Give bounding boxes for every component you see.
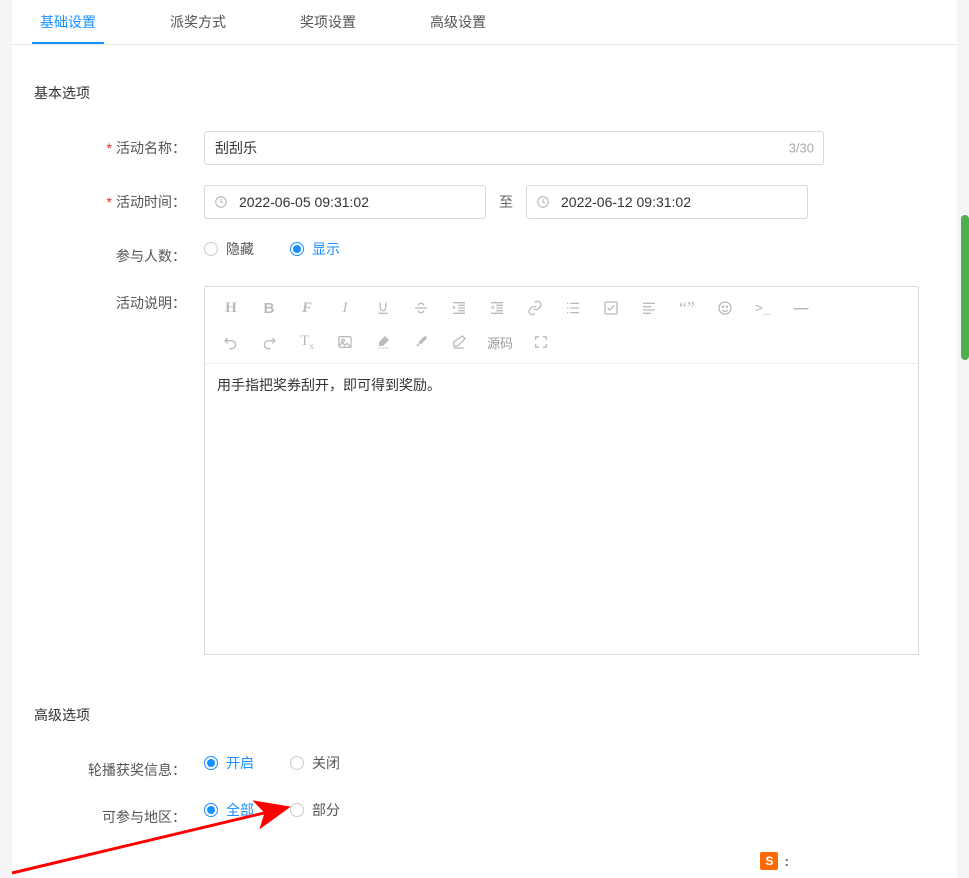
label-activity-time: *活动时间： <box>34 185 204 212</box>
row-description: 活动说明： H B F I <box>34 286 935 655</box>
bold-italic-icon[interactable]: F <box>289 293 325 323</box>
label-activity-name: *活动名称： <box>34 131 204 158</box>
content-area: 基本选项 *活动名称： 3/30 *活动时间： 至 <box>12 45 957 867</box>
emoji-icon[interactable] <box>707 293 743 323</box>
scrollbar-thumb[interactable] <box>961 215 969 360</box>
heading-icon[interactable]: H <box>213 293 249 323</box>
input-start-date[interactable] <box>204 185 486 219</box>
undo-icon[interactable] <box>213 327 249 357</box>
radio-region-all[interactable]: 全部 <box>204 800 254 820</box>
label-participants: 参与人数： <box>34 239 204 266</box>
row-participants: 参与人数： 隐藏 显示 <box>34 239 935 266</box>
radio-broadcast-off[interactable]: 关闭 <box>290 753 340 773</box>
link-icon[interactable] <box>517 293 553 323</box>
editor-toolbar: H B F I “” >_ <box>205 287 918 364</box>
radio-broadcast-on[interactable]: 开启 <box>204 753 254 773</box>
quote-icon[interactable]: “” <box>669 293 705 323</box>
radio-participants-hide[interactable]: 隐藏 <box>204 239 254 259</box>
row-activity-name: *活动名称： 3/30 <box>34 131 935 165</box>
label-region: 可参与地区： <box>34 800 204 827</box>
code-icon[interactable]: >_ <box>745 293 781 323</box>
minus-icon[interactable]: — <box>783 293 819 323</box>
outdent-icon[interactable] <box>479 293 515 323</box>
ime-indicator: S : <box>760 852 789 870</box>
fullscreen-icon[interactable] <box>523 327 559 357</box>
highlight-icon[interactable] <box>365 327 401 357</box>
char-count: 3/30 <box>789 141 814 156</box>
clock-icon <box>536 195 550 209</box>
radio-participants-show[interactable]: 显示 <box>290 239 340 259</box>
strikethrough-icon[interactable] <box>403 293 439 323</box>
checkbox-icon[interactable] <box>593 293 629 323</box>
to-label: 至 <box>486 192 526 212</box>
section-title-advanced: 高级选项 <box>34 675 935 753</box>
italic-icon[interactable]: I <box>327 293 363 323</box>
row-activity-time: *活动时间： 至 <box>34 185 935 219</box>
input-end-date[interactable] <box>526 185 808 219</box>
row-region: 可参与地区： 全部 部分 <box>34 800 935 827</box>
clock-icon <box>214 195 228 209</box>
eraser-icon[interactable] <box>441 327 477 357</box>
rich-editor: H B F I “” >_ <box>204 286 919 655</box>
section-title-basic: 基本选项 <box>34 65 935 131</box>
image-icon[interactable] <box>327 327 363 357</box>
label-description: 活动说明： <box>34 286 204 313</box>
bold-icon[interactable]: B <box>251 293 287 323</box>
row-broadcast: 轮播获奖信息： 开启 关闭 <box>34 753 935 780</box>
redo-icon[interactable] <box>251 327 287 357</box>
indent-icon[interactable] <box>441 293 477 323</box>
editor-content[interactable]: 用手指把奖券刮开，即可得到奖励。 <box>205 364 918 654</box>
ime-icon: S <box>760 852 778 870</box>
tab-basic-settings[interactable]: 基础设置 <box>32 0 104 44</box>
tab-prize-settings[interactable]: 奖项设置 <box>292 0 364 44</box>
source-button[interactable]: 源码 <box>479 327 521 357</box>
input-activity-name[interactable] <box>204 131 824 165</box>
underline-icon[interactable] <box>365 293 401 323</box>
page-container: 基础设置 派奖方式 奖项设置 高级设置 基本选项 *活动名称： 3/30 *活动… <box>12 0 957 878</box>
label-broadcast: 轮播获奖信息： <box>34 753 204 780</box>
tab-award-method[interactable]: 派奖方式 <box>162 0 234 44</box>
brush-icon[interactable] <box>403 327 439 357</box>
clear-format-icon[interactable]: Tx <box>289 327 325 357</box>
tab-advanced-settings[interactable]: 高级设置 <box>422 0 494 44</box>
tabs-bar: 基础设置 派奖方式 奖项设置 高级设置 <box>12 0 957 45</box>
list-icon[interactable] <box>555 293 591 323</box>
align-icon[interactable] <box>631 293 667 323</box>
radio-region-partial[interactable]: 部分 <box>290 800 340 820</box>
